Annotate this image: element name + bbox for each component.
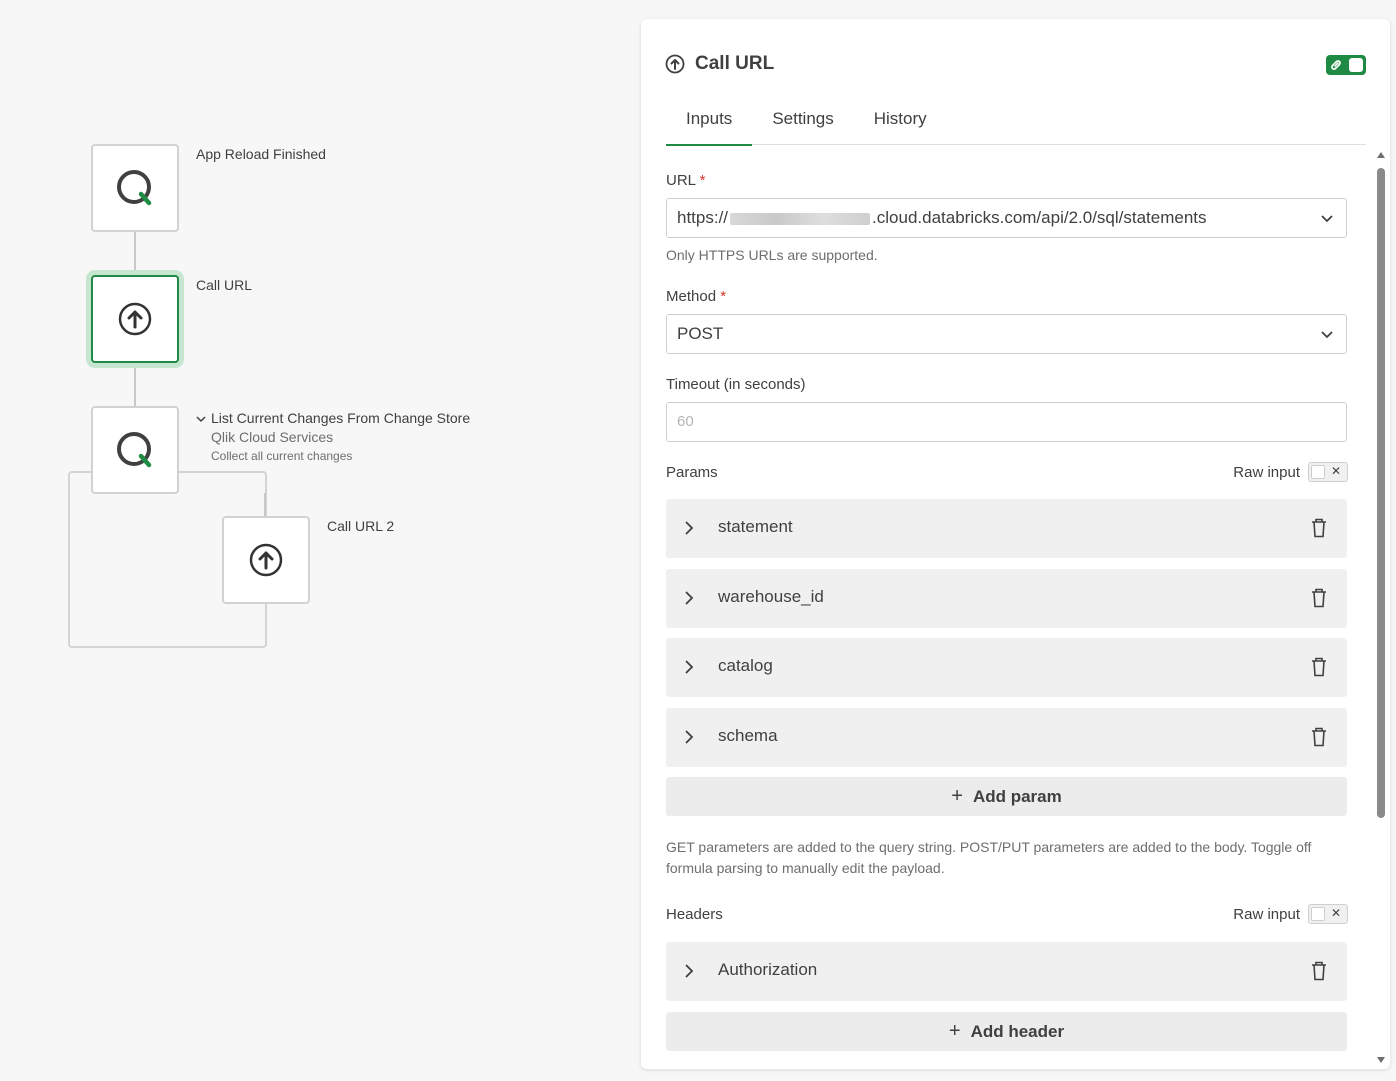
- chevron-right-icon[interactable]: [684, 729, 694, 745]
- url-suffix: .cloud.databricks.com/api/2.0/sql/statem…: [872, 208, 1207, 227]
- headers-label: Headers: [666, 906, 723, 923]
- chevron-right-icon[interactable]: [684, 520, 694, 536]
- add-param-button[interactable]: + Add param: [666, 777, 1347, 816]
- panel-scrollbar[interactable]: [1376, 150, 1386, 1065]
- param-name: catalog: [718, 656, 773, 675]
- param-name: statement: [718, 517, 793, 536]
- trash-icon[interactable]: [1311, 727, 1327, 747]
- header-name: Authorization: [718, 960, 818, 979]
- timeout-input[interactable]: 60: [666, 402, 1347, 442]
- method-value: POST: [677, 324, 724, 343]
- node-title: Call URL: [196, 277, 253, 293]
- scroll-down-arrow[interactable]: [1377, 1057, 1385, 1063]
- required-mark: *: [699, 172, 706, 189]
- node-subtitle: Qlik Cloud Services: [211, 429, 334, 445]
- add-header-button[interactable]: + Add header: [666, 1012, 1347, 1051]
- arrow-up-circle-icon: [249, 543, 283, 577]
- toggle-knob: [1311, 465, 1325, 479]
- tab-history[interactable]: History: [854, 99, 947, 145]
- raw-input-label: Raw input: [1233, 905, 1300, 923]
- params-note: GET parameters are added to the query st…: [666, 839, 1312, 876]
- node-title: List Current Changes From Change Store: [211, 410, 471, 426]
- params-raw-input: Raw input ✕: [1233, 462, 1348, 482]
- raw-input-label: Raw input: [1233, 463, 1300, 481]
- tab-settings[interactable]: Settings: [752, 99, 853, 145]
- node-call-url[interactable]: [91, 275, 179, 363]
- chevron-down-icon[interactable]: [196, 415, 206, 423]
- qlik-q-icon: [117, 432, 152, 468]
- node-call-url-2[interactable]: [222, 516, 310, 604]
- param-row-warehouse-id[interactable]: warehouse_id: [666, 569, 1347, 628]
- connector-line: [134, 231, 136, 275]
- tab-inputs[interactable]: Inputs: [666, 99, 753, 146]
- trash-icon[interactable]: [1311, 657, 1327, 677]
- plus-icon: +: [948, 1020, 961, 1042]
- param-name: warehouse_id: [718, 587, 824, 606]
- scroll-up-arrow[interactable]: [1377, 152, 1385, 158]
- url-label-text: URL: [666, 172, 696, 189]
- headers-raw-input-toggle[interactable]: ✕: [1308, 904, 1348, 924]
- node-title: Call URL 2: [327, 518, 395, 534]
- qlik-q-icon: [117, 170, 152, 206]
- redacted-host: [730, 212, 871, 225]
- chevron-down-icon[interactable]: [1320, 327, 1334, 341]
- arrow-up-circle-icon: [118, 302, 152, 336]
- close-icon: ✕: [1330, 906, 1341, 920]
- trash-icon[interactable]: [1311, 518, 1327, 538]
- url-hint: Only HTTPS URLs are supported.: [666, 247, 878, 263]
- arrow-up-circle-icon: [665, 54, 685, 74]
- connector-line: [134, 367, 136, 407]
- link-toggle[interactable]: [1326, 55, 1366, 75]
- url-label: URL *: [666, 172, 705, 189]
- panel-title: Call URL: [695, 53, 775, 74]
- scrollbar-thumb[interactable]: [1377, 168, 1385, 818]
- link-icon: [1331, 60, 1341, 70]
- node-title: App Reload Finished: [196, 146, 326, 162]
- toggle-knob: [1311, 907, 1325, 921]
- chevron-down-icon[interactable]: [1320, 211, 1334, 225]
- params-raw-input-toggle[interactable]: ✕: [1308, 462, 1348, 482]
- required-mark: *: [720, 288, 727, 305]
- param-row-catalog[interactable]: catalog: [666, 638, 1347, 697]
- panel-scroll-body: URL * https:// .cloud.databricks.com/api/…: [641, 149, 1390, 1069]
- chevron-right-icon[interactable]: [684, 659, 694, 675]
- node-list-current-changes[interactable]: [91, 406, 179, 494]
- method-label: Method *: [666, 288, 726, 305]
- add-header-label: Add header: [970, 1021, 1065, 1041]
- trash-icon[interactable]: [1311, 588, 1327, 608]
- plus-icon: +: [951, 785, 963, 807]
- node-app-reload-finished[interactable]: [91, 144, 179, 232]
- param-row-schema[interactable]: schema: [666, 708, 1347, 767]
- header-row-authorization[interactable]: Authorization: [666, 942, 1347, 1001]
- chevron-right-icon[interactable]: [684, 590, 694, 606]
- method-select[interactable]: POST: [666, 314, 1347, 354]
- headers-raw-input: Raw input ✕: [1233, 904, 1348, 924]
- method-label-text: Method: [666, 288, 717, 305]
- add-param-label: Add param: [972, 786, 1062, 806]
- timeout-label: Timeout (in seconds): [666, 376, 806, 393]
- panel-header: Call URL: [665, 53, 774, 75]
- url-input[interactable]: https:// .cloud.databricks.com/api/2.0/sq…: [666, 198, 1347, 238]
- panel-tabs: Inputs Settings History: [666, 99, 1366, 146]
- connector-line: [264, 493, 266, 517]
- toggle-knob: [1349, 58, 1363, 72]
- node-description: Collect all current changes: [211, 449, 353, 463]
- automation-canvas: App Reload Finished Call URL List Curren…: [0, 0, 640, 1081]
- url-prefix: https://: [677, 208, 729, 227]
- trash-icon[interactable]: [1311, 961, 1327, 981]
- params-label: Params: [666, 464, 718, 481]
- param-name: schema: [718, 726, 778, 745]
- block-config-panel: Call URL Inputs Settings History URL * h…: [641, 19, 1390, 1069]
- chevron-right-icon[interactable]: [684, 963, 694, 979]
- param-row-statement[interactable]: statement: [666, 499, 1347, 558]
- close-icon: ✕: [1330, 464, 1341, 478]
